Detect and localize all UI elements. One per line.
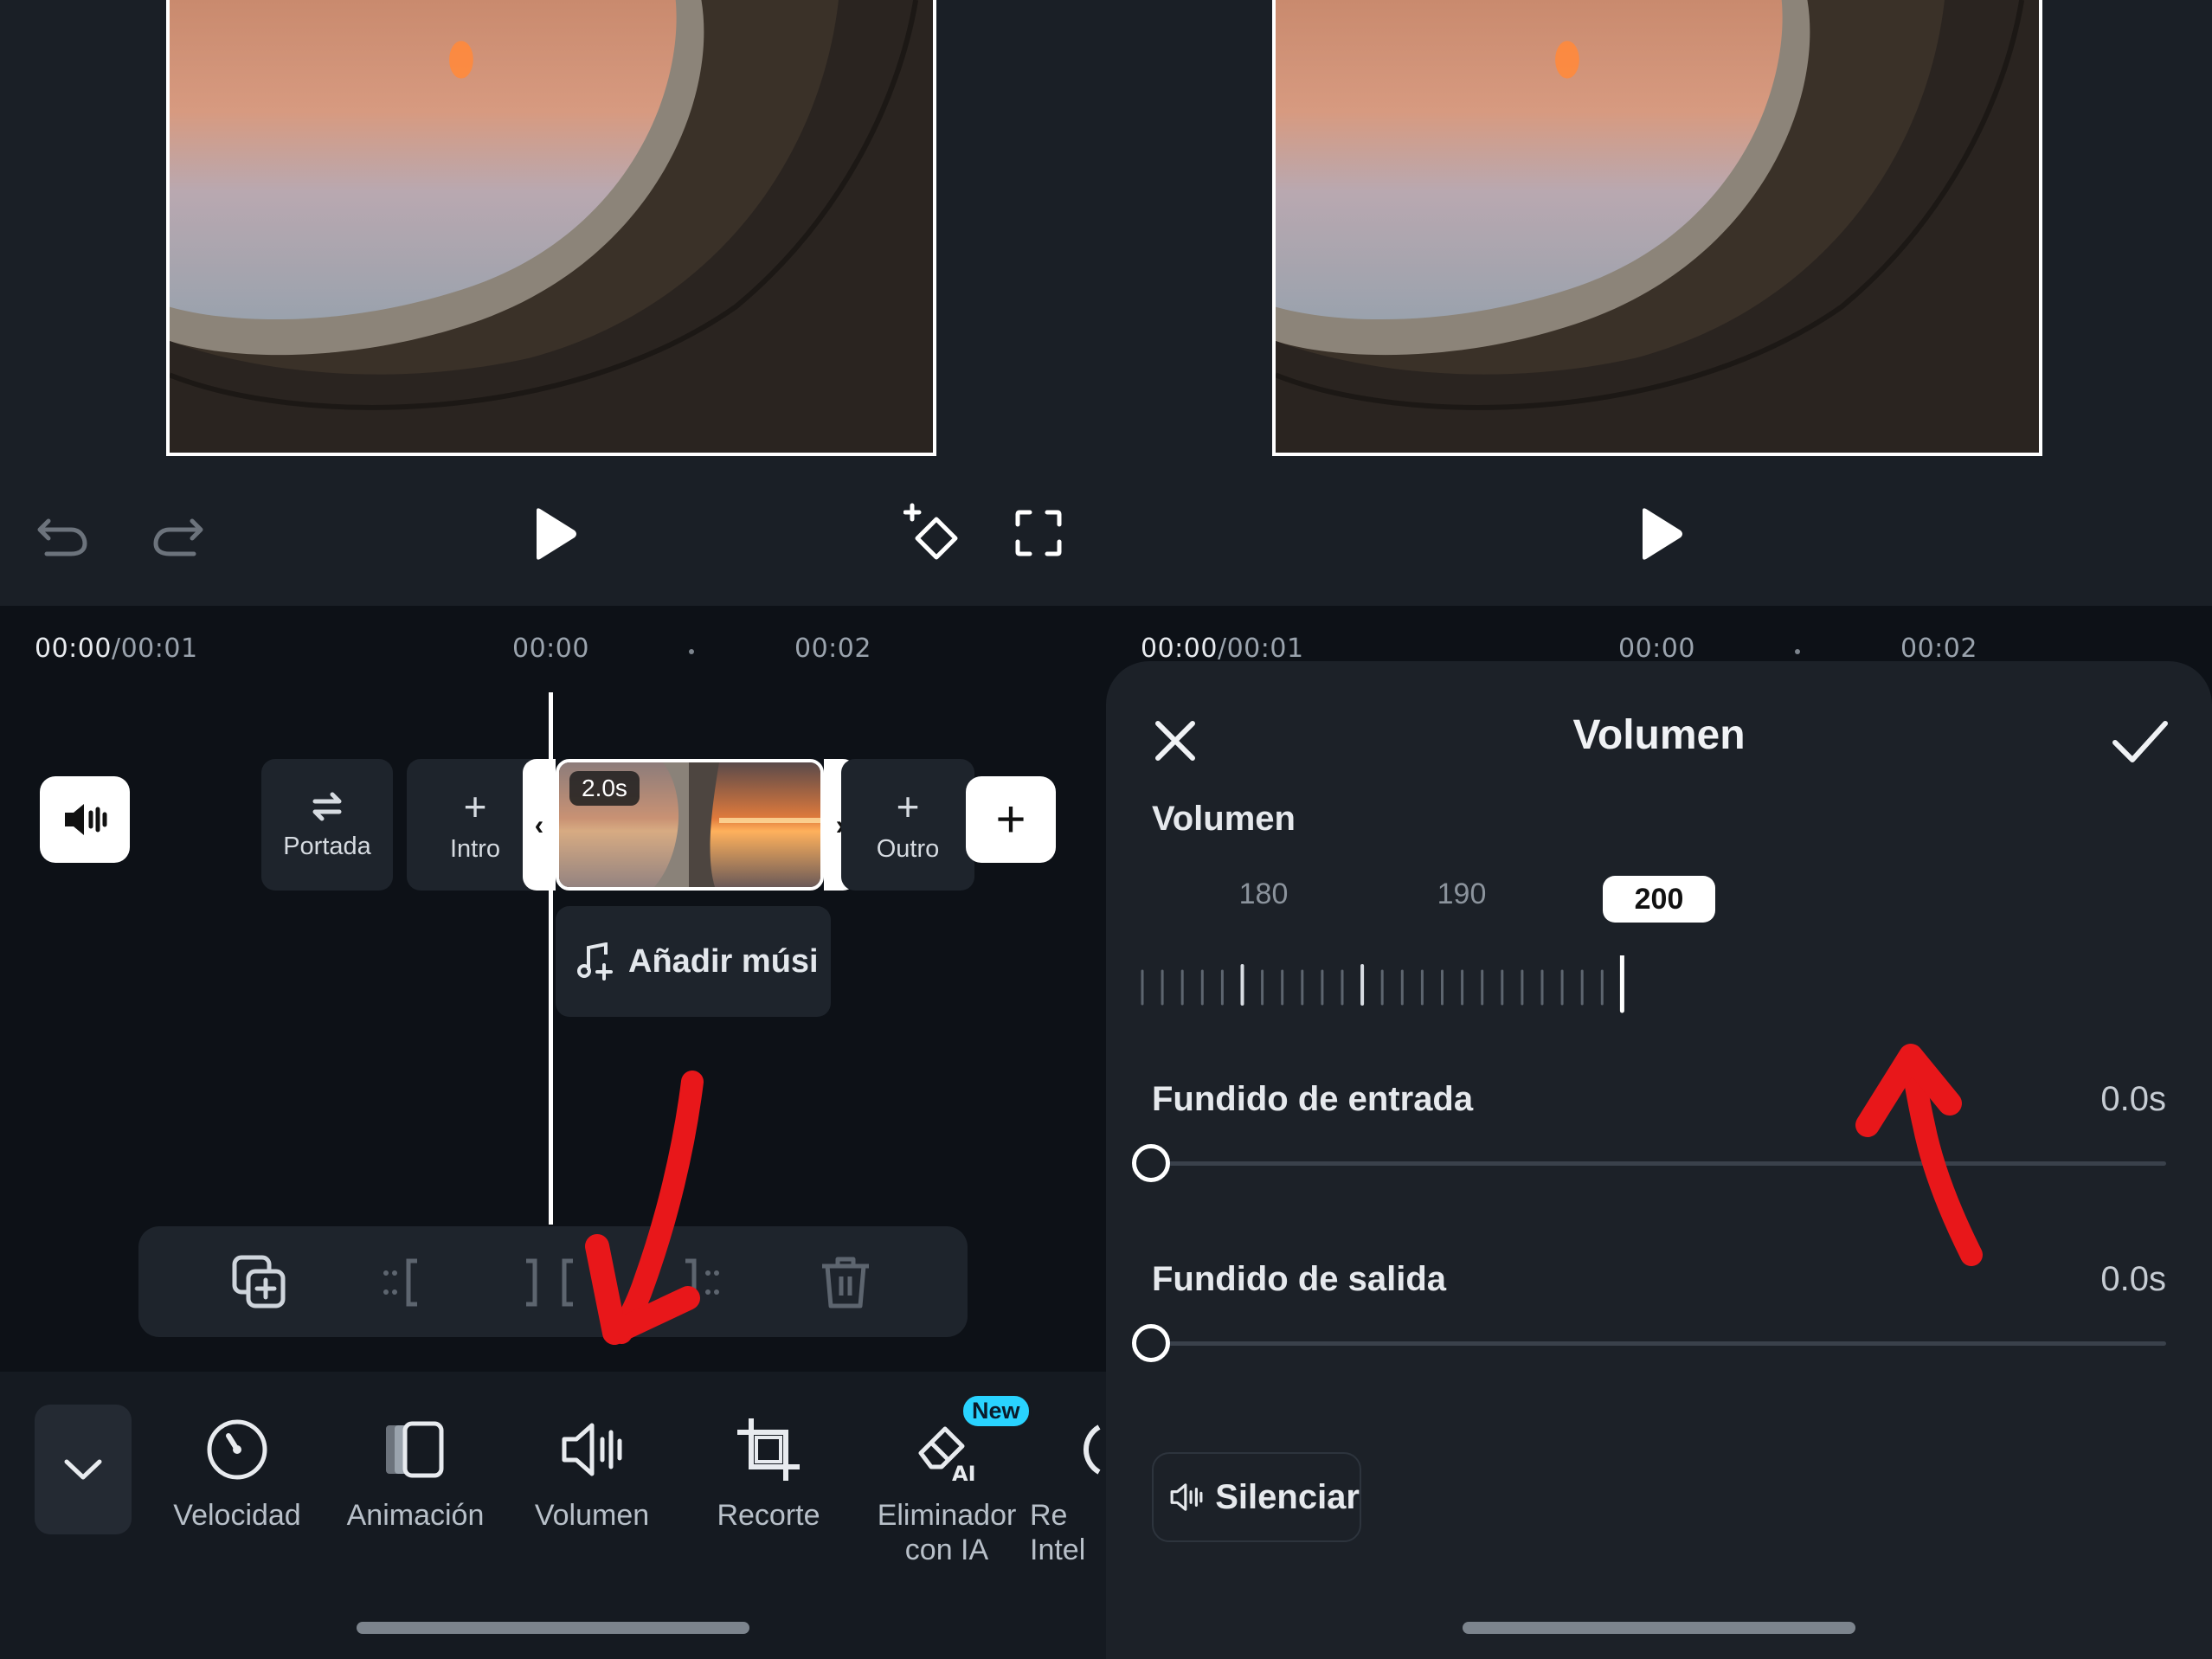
plus-icon: + <box>995 790 1026 848</box>
time-readout: 00:00/00:01 <box>1141 633 1304 664</box>
fade-in-slider-track[interactable] <box>1152 1161 2166 1166</box>
editor-timeline-screen: 00:00/00:01 00:00 00:02 Portada + Intro … <box>0 0 1106 1659</box>
video-preview <box>1272 0 2042 456</box>
cover-button[interactable]: Portada <box>261 759 393 891</box>
keyframe-icon[interactable] <box>903 502 966 563</box>
fade-out-slider-track[interactable] <box>1152 1341 2166 1346</box>
speaker-icon <box>65 804 107 835</box>
tool-ai-eraser[interactable]: AI Eliminador con IA <box>869 1415 1025 1567</box>
tool-label: Eliminador con IA <box>877 1499 1017 1566</box>
plus-icon: + <box>463 783 487 829</box>
partial-icon <box>1083 1424 1101 1475</box>
collapse-toolbar-button[interactable] <box>35 1405 132 1534</box>
outro-button[interactable]: + Outro <box>841 759 974 891</box>
tool-label: Animación <box>346 1499 485 1532</box>
home-indicator <box>357 1622 749 1634</box>
animation-icon <box>386 1421 444 1478</box>
original-sound-button[interactable] <box>40 776 130 863</box>
split-right-icon[interactable] <box>668 1252 729 1313</box>
ruler-label: 00:02 <box>794 633 871 664</box>
add-music-button[interactable]: Añadir músi <box>556 906 831 1017</box>
video-clip[interactable]: 2.0s <box>556 759 824 891</box>
crop-icon <box>737 1418 800 1481</box>
play-icon[interactable] <box>1634 505 1686 563</box>
clip-duration-badge: 2.0s <box>569 771 640 806</box>
playhead[interactable] <box>549 692 553 1225</box>
fade-out-value: 0.0s <box>2100 1260 2166 1298</box>
swap-icon <box>312 792 342 820</box>
tool-volume[interactable]: Volumen <box>514 1415 670 1533</box>
fade-in-label: Fundido de entrada <box>1152 1080 1474 1118</box>
fullscreen-icon[interactable] <box>1014 509 1063 557</box>
scale-label: 190 <box>1437 878 1487 910</box>
home-indicator <box>1463 1622 1855 1634</box>
volume-icon <box>562 1423 622 1476</box>
current-time: 00:00 <box>1141 633 1218 664</box>
ruler-dot <box>1795 649 1800 654</box>
tool-partial[interactable]: Re Intel <box>1030 1415 1106 1567</box>
fade-in-value: 0.0s <box>2100 1080 2166 1118</box>
cover-label: Portada <box>283 832 371 860</box>
add-clip-button[interactable]: + <box>966 776 1056 863</box>
music-note-icon <box>577 942 613 981</box>
current-time: 00:00 <box>35 633 112 664</box>
speed-icon <box>207 1419 267 1480</box>
svg-text:AI: AI <box>952 1462 976 1484</box>
total-time: /00:01 <box>1217 633 1304 664</box>
play-icon[interactable] <box>528 505 580 563</box>
tool-label: Volumen <box>534 1499 650 1532</box>
undo-icon[interactable] <box>36 509 90 557</box>
preview-area <box>1106 0 2212 606</box>
mute-button[interactable]: Silenciar <box>1152 1452 1361 1542</box>
total-time: /00:01 <box>111 633 198 664</box>
fade-out-label: Fundido de salida <box>1152 1260 1447 1298</box>
timeline: 00:00/00:01 00:00 00:02 Portada + Intro … <box>0 606 1106 1372</box>
duplicate-icon[interactable] <box>229 1252 290 1313</box>
split-left-icon[interactable] <box>374 1252 434 1313</box>
preview-area <box>0 0 1106 606</box>
plus-icon: + <box>896 783 920 829</box>
volume-edit-screen: 00:00/00:01 00:00 00:02 Volumen Volumen … <box>1106 0 2212 1659</box>
tool-label: Re Intel <box>1030 1499 1086 1566</box>
new-badge: New <box>961 1393 1032 1429</box>
split-icon[interactable] <box>519 1252 580 1313</box>
volume-ruler-slider[interactable] <box>1106 955 2212 1025</box>
ruler-label: 00:00 <box>512 633 589 664</box>
clip-edit-bar <box>138 1226 968 1337</box>
panel-title: Volumen <box>1572 712 1746 758</box>
volume-section-label: Volumen <box>1152 800 1296 838</box>
fade-in-slider-knob[interactable] <box>1132 1144 1170 1182</box>
tool-label: Velocidad <box>173 1499 301 1532</box>
chevron-down-icon <box>64 1459 102 1480</box>
fade-out-slider-knob[interactable] <box>1132 1324 1170 1362</box>
volume-panel: Volumen Volumen 180 190 200 Fundido de e… <box>1106 661 2212 1659</box>
tool-crop[interactable]: Recorte <box>691 1415 846 1533</box>
time-readout: 00:00/00:01 <box>35 633 198 664</box>
ruler-dot <box>689 649 694 654</box>
intro-label: Intro <box>449 834 501 863</box>
bottom-toolbar: Velocidad Animación Volumen Recorte AI E… <box>0 1372 1106 1659</box>
add-music-label: Añadir músi <box>628 942 819 980</box>
video-preview <box>166 0 936 456</box>
outro-label: Outro <box>876 834 940 863</box>
scale-label: 180 <box>1238 878 1289 910</box>
trash-icon[interactable] <box>815 1252 876 1313</box>
ruler-label: 00:00 <box>1618 633 1695 664</box>
mute-label: Silenciar <box>1215 1477 1360 1516</box>
ruler-label: 00:02 <box>1900 633 1977 664</box>
tool-speed[interactable]: Velocidad <box>159 1415 315 1533</box>
redo-icon[interactable] <box>151 509 204 557</box>
tool-label: Recorte <box>717 1499 820 1532</box>
checkmark-icon[interactable] <box>2110 715 2170 767</box>
tool-animation[interactable]: Animación <box>338 1415 493 1533</box>
speaker-icon <box>1170 1483 1203 1511</box>
selected-volume-value: 200 <box>1603 876 1715 923</box>
